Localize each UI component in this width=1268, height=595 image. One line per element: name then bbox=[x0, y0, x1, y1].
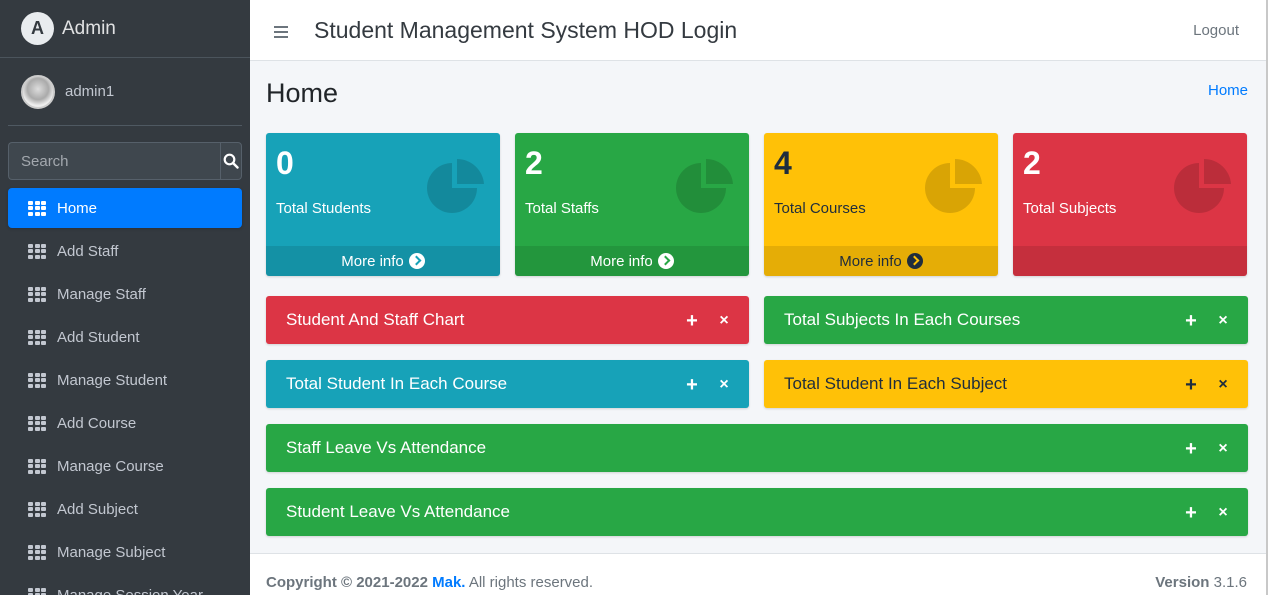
footer-brand-link[interactable]: Mak. bbox=[432, 574, 465, 591]
sidebar-item-label: Home bbox=[57, 199, 98, 217]
brand-logo: A bbox=[21, 12, 54, 45]
card-title: Student And Staff Chart bbox=[286, 310, 465, 329]
search-icon bbox=[223, 153, 239, 169]
stat-box-students: 0 Total Students More info bbox=[266, 133, 500, 276]
user-panel: admin1 bbox=[8, 58, 242, 126]
close-icon[interactable]: × bbox=[717, 313, 731, 329]
search-button[interactable] bbox=[220, 142, 242, 180]
th-icon bbox=[28, 587, 46, 595]
card-student-each-course: Total Student In Each Course + × bbox=[266, 360, 749, 408]
arrow-circle-right-icon bbox=[906, 253, 923, 269]
card-title: Total Student In Each Course bbox=[286, 374, 508, 393]
avatar bbox=[21, 74, 55, 109]
pie-chart-icon bbox=[427, 158, 484, 213]
version: Version 3.1.6 bbox=[1155, 574, 1247, 591]
pie-chart-icon bbox=[676, 158, 733, 213]
card-title: Student Leave Vs Attendance bbox=[286, 502, 511, 521]
sidebar-item-manage-session-year[interactable]: Manage Session Year bbox=[8, 575, 242, 595]
stat-label: Total Courses bbox=[774, 200, 866, 217]
card-title: Total Student In Each Subject bbox=[784, 374, 1008, 393]
sidebar-search bbox=[8, 142, 242, 180]
close-icon[interactable]: × bbox=[1216, 505, 1230, 521]
th-icon bbox=[28, 458, 46, 474]
stat-box-staffs: 2 Total Staffs More info bbox=[515, 133, 749, 276]
sidebar-item-label: Manage Student bbox=[57, 371, 168, 389]
plus-icon[interactable]: + bbox=[685, 375, 699, 395]
th-icon bbox=[28, 544, 46, 560]
stat-value: 0 bbox=[276, 145, 294, 181]
sidebar-item-add-subject[interactable]: Add Subject bbox=[8, 489, 242, 529]
stat-box-courses: 4 Total Courses More info bbox=[764, 133, 998, 276]
card-subjects-each-course: Total Subjects In Each Courses + × bbox=[764, 296, 1248, 344]
sidebar: A Admin admin1 Home Add Staff Manage Sta… bbox=[0, 0, 250, 595]
plus-icon[interactable]: + bbox=[1184, 375, 1198, 395]
card-student-leave-attendance: Student Leave Vs Attendance + × bbox=[266, 488, 1248, 536]
sidebar-item-add-student[interactable]: Add Student bbox=[8, 317, 242, 357]
plus-icon[interactable]: + bbox=[1184, 439, 1198, 459]
user-name[interactable]: admin1 bbox=[65, 83, 114, 100]
page-footer: Copyright © 2021-2022 Mak. All rights re… bbox=[250, 553, 1268, 595]
stat-box-subjects: 2 Total Subjects bbox=[1013, 133, 1247, 276]
th-icon bbox=[28, 329, 46, 345]
close-icon[interactable]: × bbox=[1216, 441, 1230, 457]
sidebar-item-manage-course[interactable]: Manage Course bbox=[8, 446, 242, 486]
copyright: Copyright © 2021-2022 Mak. All rights re… bbox=[266, 574, 594, 591]
breadcrumb[interactable]: Home bbox=[1208, 82, 1248, 99]
th-icon bbox=[28, 200, 46, 216]
pie-chart-icon bbox=[925, 158, 982, 213]
plus-icon[interactable]: + bbox=[1184, 503, 1198, 523]
sidebar-item-label: Manage Course bbox=[57, 457, 164, 475]
more-info-link[interactable]: More info bbox=[764, 246, 998, 276]
th-icon bbox=[28, 372, 46, 388]
card-title: Total Subjects In Each Courses bbox=[784, 310, 1021, 329]
sidebar-item-manage-staff[interactable]: Manage Staff bbox=[8, 274, 242, 314]
sidebar-nav: Home Add Staff Manage Staff Add Student … bbox=[0, 188, 250, 595]
stat-value: 4 bbox=[774, 145, 792, 181]
app-title: Student Management System HOD Login bbox=[314, 16, 738, 43]
arrow-circle-right-icon bbox=[408, 253, 425, 269]
sidebar-item-manage-student[interactable]: Manage Student bbox=[8, 360, 242, 400]
pie-chart-icon bbox=[1174, 158, 1231, 213]
th-icon bbox=[28, 415, 46, 431]
close-icon[interactable]: × bbox=[717, 377, 731, 393]
sidebar-item-label: Manage Session Year bbox=[57, 586, 203, 595]
brand-link[interactable]: A Admin bbox=[0, 0, 250, 58]
sidebar-item-label: Add Student bbox=[57, 328, 140, 346]
stat-value: 2 bbox=[1023, 145, 1041, 181]
close-icon[interactable]: × bbox=[1216, 313, 1230, 329]
more-info-link[interactable]: More info bbox=[515, 246, 749, 276]
sidebar-item-add-course[interactable]: Add Course bbox=[8, 403, 242, 443]
sidebar-item-manage-subject[interactable]: Manage Subject bbox=[8, 532, 242, 572]
th-icon bbox=[28, 243, 46, 259]
card-student-each-subject: Total Student In Each Subject + × bbox=[764, 360, 1248, 408]
more-info-link[interactable] bbox=[1013, 246, 1247, 276]
sidebar-item-add-staff[interactable]: Add Staff bbox=[8, 231, 242, 271]
plus-icon[interactable]: + bbox=[1184, 311, 1198, 331]
close-icon[interactable]: × bbox=[1216, 377, 1230, 393]
page-title: Home bbox=[266, 78, 339, 108]
sidebar-item-label: Add Subject bbox=[57, 500, 138, 518]
stat-value: 2 bbox=[525, 145, 543, 181]
sidebar-item-home[interactable]: Home bbox=[8, 188, 242, 228]
sidebar-item-label: Add Course bbox=[57, 414, 137, 432]
sidebar-item-label: Manage Subject bbox=[57, 543, 166, 561]
top-navbar: Student Management System HOD Login Logo… bbox=[250, 0, 1268, 61]
stat-label: Total Students bbox=[276, 200, 372, 217]
plus-icon[interactable]: + bbox=[685, 311, 699, 331]
stat-label: Total Subjects bbox=[1023, 200, 1117, 217]
search-input[interactable] bbox=[8, 142, 220, 180]
arrow-circle-right-icon bbox=[657, 253, 674, 269]
stat-label: Total Staffs bbox=[525, 200, 599, 217]
more-info-link[interactable]: More info bbox=[266, 246, 500, 276]
sidebar-item-label: Manage Staff bbox=[57, 285, 146, 303]
card-student-staff-chart: Student And Staff Chart + × bbox=[266, 296, 749, 344]
brand-text: Admin bbox=[62, 17, 116, 39]
card-title: Staff Leave Vs Attendance bbox=[286, 438, 487, 457]
hamburger-menu-icon[interactable] bbox=[274, 25, 288, 38]
th-icon bbox=[28, 501, 46, 517]
logout-link[interactable]: Logout bbox=[1193, 22, 1239, 39]
card-staff-leave-attendance: Staff Leave Vs Attendance + × bbox=[266, 424, 1248, 472]
th-icon bbox=[28, 286, 46, 302]
sidebar-item-label: Add Staff bbox=[57, 242, 119, 260]
